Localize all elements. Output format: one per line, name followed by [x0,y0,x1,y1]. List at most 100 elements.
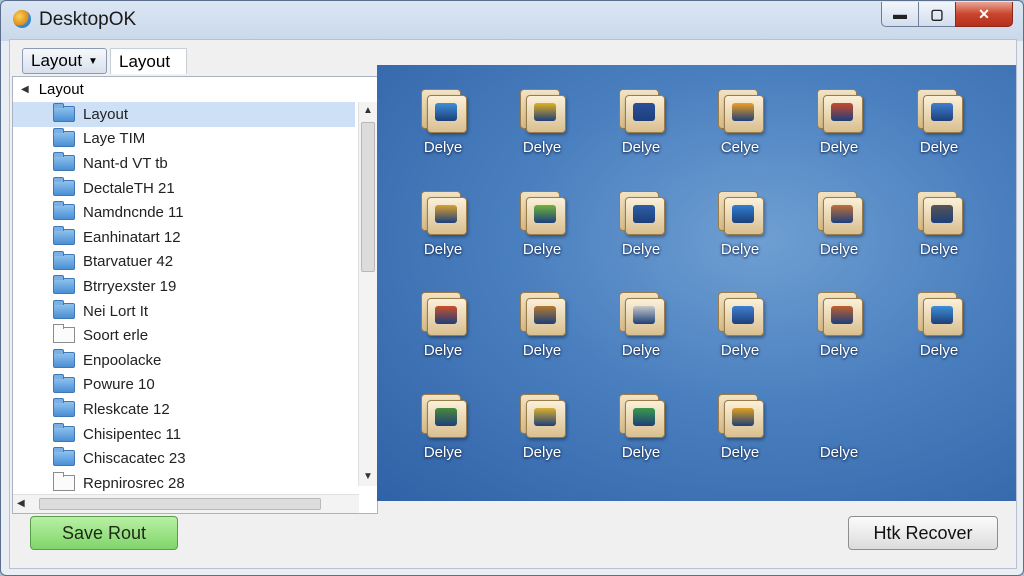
desktop-shortcut[interactable]: Delye [504,177,580,267]
shortcut-icon [516,83,568,135]
tree-row-label: Powure 10 [83,376,155,394]
shortcut-icon [417,185,469,237]
desktop-shortcut[interactable]: Delye [801,177,877,267]
desktop-shortcut[interactable]: Delye [801,278,877,368]
tree-row[interactable]: DectaleTH 21 [13,176,355,201]
shortcut-icon [813,286,865,338]
main-client-area: Layout ▼ Layout ◀ Layout Layout Laye TIM N… [9,39,1017,569]
tree-header[interactable]: ◀ Layout [13,77,377,101]
desktop-shortcut[interactable]: Delye [702,278,778,368]
desktop-shortcut[interactable]: Delye [405,75,481,165]
desktop-shortcut[interactable]: Delye [801,380,877,470]
shortcut-label: Delye [522,342,562,359]
desktop-shortcut[interactable]: Delye [702,177,778,267]
shortcut-icon [615,286,667,338]
maximize-button[interactable]: ▢ [918,2,956,27]
tree-row[interactable]: Eanhinatart 12 [13,225,355,250]
folder-icon [53,250,75,270]
shortcut-icon [813,388,865,440]
recover-button[interactable]: Htk Recover [848,516,998,550]
shortcut-label: Delye [621,241,661,258]
desktop-shortcut[interactable]: Delye [603,278,679,368]
desktop-shortcut[interactable]: Delye [901,278,977,368]
dropdown-arrow-icon: ▼ [88,55,98,67]
folder-icon [53,127,75,147]
folder-icon [53,103,75,122]
tree-row[interactable]: Rleskcate 12 [13,397,355,422]
shortcut-label: Delye [919,241,959,258]
shortcut-icon [417,286,469,338]
folder-icon [53,275,75,295]
window-title: DesktopOK [39,9,137,30]
shortcut-label: Delye [423,342,463,359]
desktop-shortcut[interactable]: Delye [901,177,977,267]
layout-tab[interactable]: Layout [110,48,187,74]
folder-icon [53,299,75,319]
desktopok-window: DesktopOK ▬ ▢ ✕ Layout ▼ Layout ◀ Layout… [0,0,1024,576]
tree-row[interactable]: Nei Lort It [13,299,355,324]
tree-row[interactable]: Nant-d VT tb [13,151,355,176]
desktop-shortcut[interactable]: Delye [603,177,679,267]
desktop-shortcut[interactable]: Delye [702,380,778,470]
shortcut-icon [913,83,965,135]
tree-row-label: Layout [83,105,129,123]
tree-row[interactable]: Laye TIM [13,127,355,152]
shortcut-icon [417,83,469,135]
desktop-shortcut[interactable]: Delye [901,75,977,165]
tree-row[interactable]: Layout [13,102,355,127]
shortcut-icon [615,185,667,237]
desktop-shortcut[interactable]: Delye [405,278,481,368]
desktop-shortcut[interactable]: Delye [405,380,481,470]
shortcut-label: Delye [720,444,760,461]
shortcut-icon [516,185,568,237]
scroll-up-icon[interactable]: ▲ [359,102,377,120]
tree-row[interactable]: Soort erle [13,323,355,348]
desktop-shortcut[interactable]: Delye [504,278,580,368]
folder-icon [53,398,75,418]
tree-row-label: Nant-d VT tb [83,154,168,172]
folder-icon [53,447,75,467]
shortcut-label: Delye [423,139,463,156]
document-icon [53,324,75,344]
tree-row-label: Rleskcate 12 [83,400,170,418]
shortcut-label: Delye [423,241,463,258]
tree-row[interactable]: Btarvatuer 42 [13,250,355,275]
save-button[interactable]: Save Rout [30,516,178,550]
layout-dropdown-tab[interactable]: Layout ▼ [22,48,107,74]
shortcut-label: Delye [423,444,463,461]
tree-row[interactable]: Chiscacatec 23 [13,446,355,471]
layout-tree: Layout Laye TIM Nant-d VT tb DectaleTH 21 Na… [13,102,355,496]
tree-row[interactable]: Repnirosrec 28 [13,471,355,496]
shortcut-icon [516,388,568,440]
shortcut-label: Delye [522,241,562,258]
folder-icon [53,225,75,245]
desktop-shortcut[interactable]: Delye [405,177,481,267]
vertical-scrollbar[interactable]: ▲ ▼ [358,102,377,486]
shortcut-label: Delye [522,139,562,156]
vertical-scroll-thumb[interactable] [361,122,375,272]
collapse-arrow-icon[interactable]: ◀ [21,84,29,95]
desktop-shortcut[interactable]: Celye [702,75,778,165]
tree-row[interactable]: Namdncnde 11 [13,200,355,225]
desktop-shortcut[interactable]: Delye [603,380,679,470]
desktop-preview: Delye Delye Delye Celye Delye Delye Delye Delye… [377,65,1016,501]
desktop-shortcut[interactable]: Delye [504,380,580,470]
shortcut-icon [714,185,766,237]
scroll-down-icon[interactable]: ▼ [359,468,377,486]
bottom-button-bar: Save Rout Htk Recover [10,506,1016,568]
title-bar[interactable]: DesktopOK ▬ ▢ ✕ [1,1,1023,37]
tree-row[interactable]: Btrryexster 19 [13,274,355,299]
minimize-button[interactable]: ▬ [881,2,919,27]
shortcut-label: Delye [720,241,760,258]
close-button[interactable]: ✕ [955,2,1013,27]
desktop-shortcut[interactable]: Delye [504,75,580,165]
desktop-shortcut[interactable]: Delye [801,75,877,165]
shortcut-icon [913,286,965,338]
shortcut-icon [417,388,469,440]
shortcut-label: Delye [522,444,562,461]
tree-row-label: Nei Lort It [83,302,149,320]
tree-row[interactable]: Powure 10 [13,373,355,398]
tree-row[interactable]: Enpoolacke [13,348,355,373]
tree-row[interactable]: Chisipentec 11 [13,422,355,447]
desktop-shortcut[interactable]: Delye [603,75,679,165]
